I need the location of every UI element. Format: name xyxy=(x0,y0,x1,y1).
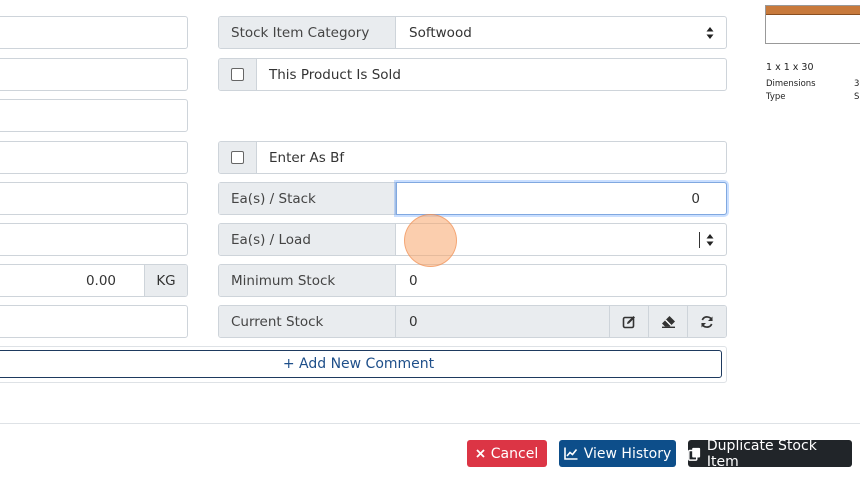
footer-divider xyxy=(0,423,860,424)
view-history-button[interactable]: View History xyxy=(559,440,676,467)
refresh-icon xyxy=(701,315,713,328)
eraser-icon xyxy=(661,316,675,328)
ea-per-stack-label: Ea(s) / Stack xyxy=(219,183,396,214)
add-new-comment-button[interactable]: + Add New Comment xyxy=(0,350,722,378)
add-new-comment-label: + Add New Comment xyxy=(282,356,435,372)
stock-item-category-group: Stock Item Category Softwood xyxy=(218,16,727,49)
weight-value: 0.00 xyxy=(85,272,116,289)
minimum-stock-group: Minimum Stock 0 xyxy=(218,264,727,297)
left-input-5[interactable] xyxy=(0,182,188,215)
minimum-stock-value: 0 xyxy=(409,272,418,289)
product-sold-checkbox[interactable] xyxy=(231,68,244,81)
enter-as-bf-checkbox-cell xyxy=(219,142,257,173)
copy-icon xyxy=(688,447,701,461)
weight-input[interactable]: 0.00 xyxy=(0,265,144,296)
view-history-label: View History xyxy=(583,445,672,462)
ea-per-stack-value: 0 xyxy=(691,190,700,207)
product-sold-label: This Product Is Sold xyxy=(269,66,401,83)
preview-type-value: S xyxy=(854,92,860,102)
left-input-1[interactable] xyxy=(0,16,188,49)
edit-icon xyxy=(622,315,635,328)
ea-per-stack-input[interactable]: 0 xyxy=(396,182,727,215)
minimum-stock-label: Minimum Stock xyxy=(219,265,396,296)
preview-dimensions-label: Dimensions xyxy=(766,79,816,89)
left-input-4[interactable] xyxy=(0,141,188,174)
weight-input-group: 0.00 KG xyxy=(0,264,188,297)
weight-unit: KG xyxy=(156,272,176,289)
product-preview xyxy=(765,5,860,44)
stock-item-category-label: Stock Item Category xyxy=(219,17,396,48)
product-sold-checkbox-cell xyxy=(219,59,257,90)
current-stock-value: 0 xyxy=(396,306,609,337)
close-icon xyxy=(476,449,485,458)
weight-unit-addon: KG xyxy=(144,265,187,296)
preview-type-label: Type xyxy=(766,92,786,102)
left-input-6[interactable] xyxy=(0,223,188,256)
stock-item-category-value: Softwood xyxy=(409,24,472,41)
duplicate-stock-item-button[interactable]: Duplicate Stock Item xyxy=(688,437,852,470)
cancel-label: Cancel xyxy=(490,445,539,462)
clear-stock-button[interactable] xyxy=(648,306,687,337)
preview-size: 1 x 1 x 30 xyxy=(766,62,814,73)
text-cursor xyxy=(699,232,700,248)
cancel-button[interactable]: Cancel xyxy=(467,440,547,467)
duplicate-stock-item-label: Duplicate Stock Item xyxy=(706,437,817,470)
current-stock-label: Current Stock xyxy=(219,306,396,337)
enter-as-bf-group: Enter As Bf xyxy=(218,141,727,174)
ea-per-stack-group: Ea(s) / Stack 0 xyxy=(218,182,727,215)
select-arrows-icon xyxy=(706,234,714,246)
left-input-2[interactable] xyxy=(0,58,188,91)
click-indicator xyxy=(404,214,457,267)
ea-per-load-label: Ea(s) / Load xyxy=(219,224,396,255)
preview-dimensions-value: 30 xyxy=(854,79,860,89)
current-stock-group: Current Stock 0 xyxy=(218,305,727,338)
edit-stock-button[interactable] xyxy=(609,306,648,337)
refresh-stock-button[interactable] xyxy=(687,306,726,337)
line-chart-icon xyxy=(563,447,578,460)
left-input-3[interactable] xyxy=(0,99,188,132)
enter-as-bf-label: Enter As Bf xyxy=(269,149,345,166)
minimum-stock-input[interactable]: 0 xyxy=(396,265,726,296)
ea-per-load-group: Ea(s) / Load xyxy=(218,223,727,256)
select-arrows-icon xyxy=(706,27,714,39)
wood-plank-image xyxy=(766,6,860,15)
product-sold-group: This Product Is Sold xyxy=(218,58,727,91)
left-input-8[interactable] xyxy=(0,305,188,338)
enter-as-bf-checkbox[interactable] xyxy=(231,151,244,164)
stock-item-category-select[interactable]: Softwood xyxy=(396,17,726,48)
